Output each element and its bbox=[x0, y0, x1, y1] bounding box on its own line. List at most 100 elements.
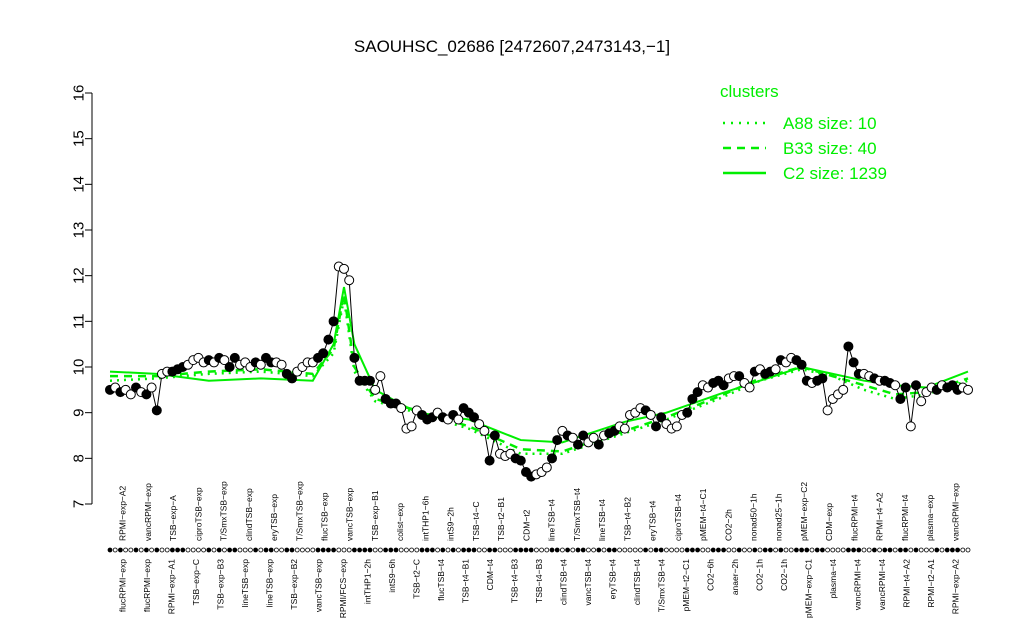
rug-mark bbox=[601, 547, 607, 553]
x-tick-label: flucRPMI−exp bbox=[117, 559, 127, 612]
rug-mark bbox=[357, 547, 363, 553]
rug-mark bbox=[773, 547, 778, 553]
rug-mark bbox=[570, 547, 576, 553]
rug-mark bbox=[586, 547, 591, 553]
data-point bbox=[619, 423, 630, 434]
x-tick-label: anaer−2h bbox=[730, 559, 740, 595]
rug-mark bbox=[450, 547, 456, 553]
data-point bbox=[547, 453, 557, 464]
x-tick-label: clindTSB−exp bbox=[244, 488, 254, 541]
rug-mark bbox=[388, 547, 394, 553]
legend-label: C2 size: 1239 bbox=[783, 164, 887, 183]
rug-mark bbox=[778, 547, 784, 553]
rug-mark bbox=[617, 547, 622, 553]
x-tick-label: flucRPMI−t4 bbox=[900, 494, 910, 541]
rug-mark bbox=[783, 547, 789, 553]
x-tick-label: intS9−6h bbox=[387, 559, 397, 593]
rug-mark bbox=[481, 547, 487, 553]
rug-mark bbox=[762, 547, 768, 553]
data-point bbox=[843, 341, 854, 352]
rug-mark bbox=[279, 547, 285, 553]
rug-mark bbox=[596, 547, 602, 553]
rug-mark bbox=[466, 547, 472, 553]
y-tick-label: 15 bbox=[70, 130, 87, 147]
rug-mark bbox=[253, 547, 259, 553]
rug-mark bbox=[299, 547, 305, 553]
x-tick-label: T/SmxTSB−t4 bbox=[572, 488, 582, 541]
data-point bbox=[744, 382, 755, 393]
rug-mark bbox=[284, 547, 290, 553]
rug-mark bbox=[393, 547, 399, 553]
rug-mark bbox=[211, 547, 217, 553]
x-tick-label: CO2−6h bbox=[706, 559, 716, 591]
rug-mark bbox=[164, 547, 170, 553]
rug-mark bbox=[674, 547, 680, 553]
rug-mark bbox=[575, 547, 581, 553]
rug-mark bbox=[534, 547, 539, 553]
rug-mark bbox=[721, 547, 726, 553]
rug-mark bbox=[929, 547, 934, 553]
cluster-line-dashed bbox=[110, 293, 969, 453]
rug-mark bbox=[804, 547, 810, 553]
rug-mark bbox=[913, 547, 919, 553]
rug-mark bbox=[918, 547, 924, 553]
rug-mark bbox=[643, 547, 648, 553]
data-point bbox=[900, 382, 911, 393]
rug-mark bbox=[851, 547, 856, 553]
data-point bbox=[848, 357, 859, 368]
rug-mark bbox=[705, 547, 711, 553]
y-tick-label: 16 bbox=[70, 85, 87, 102]
rug-mark bbox=[549, 547, 555, 553]
rug-mark bbox=[476, 547, 482, 553]
x-tick-label: pMEM−t2−C1 bbox=[681, 559, 691, 612]
rug-mark bbox=[471, 547, 477, 553]
rug-mark bbox=[492, 547, 498, 553]
x-tick-label: vancTSB−exp bbox=[313, 559, 323, 612]
x-tick-label: ciproTSB−exp bbox=[193, 487, 203, 541]
x-tick-label: TSB−exp−B3 bbox=[215, 559, 225, 610]
x-tick-label: CDM−t2 bbox=[521, 509, 531, 541]
rug-mark bbox=[341, 547, 347, 553]
data-point bbox=[146, 382, 157, 393]
rug-mark bbox=[149, 547, 155, 553]
profile-polyline bbox=[109, 265, 969, 478]
rug-mark bbox=[924, 547, 929, 553]
rug-mark bbox=[658, 547, 664, 553]
x-tick-label: nonad25−1h bbox=[774, 493, 784, 541]
rug-mark bbox=[768, 547, 773, 553]
rug-mark bbox=[263, 547, 269, 553]
rug-mark bbox=[315, 547, 321, 553]
x-tick-label: flucRPMI−exp bbox=[142, 559, 152, 612]
y-tick-label: 12 bbox=[70, 267, 87, 284]
rug-mark bbox=[346, 547, 352, 553]
rug-mark bbox=[960, 547, 966, 553]
x-tick-label: TSB−t4−C bbox=[471, 501, 481, 541]
rug-mark bbox=[799, 547, 804, 553]
rug-mark bbox=[892, 547, 898, 553]
sample-rug bbox=[107, 547, 971, 553]
x-tick-label: pMEM−exp−C2 bbox=[799, 482, 809, 541]
rug-mark bbox=[414, 547, 420, 553]
y-tick-label: 10 bbox=[70, 359, 87, 376]
rug-mark bbox=[185, 547, 191, 553]
x-tick-label: TSB−t4−B2 bbox=[622, 497, 632, 541]
rug-mark bbox=[606, 547, 612, 553]
rug-mark bbox=[497, 547, 503, 553]
rug-mark bbox=[887, 547, 893, 553]
rug-mark bbox=[206, 547, 212, 553]
x-tick-label: TSB−exp−B2 bbox=[289, 559, 299, 610]
data-point bbox=[484, 455, 495, 466]
rug-mark bbox=[513, 547, 518, 553]
rug-mark bbox=[710, 547, 716, 553]
x-tick-label: clindTSB−t4 bbox=[558, 559, 568, 605]
rug-mark bbox=[440, 547, 446, 553]
data-point bbox=[895, 393, 906, 404]
rug-mark bbox=[591, 547, 596, 553]
rug-mark bbox=[221, 547, 227, 553]
legend-title: clusters bbox=[720, 82, 779, 101]
rug-mark bbox=[560, 547, 565, 553]
y-axis: 7 8 9 10 11 12 13 14 15 16 bbox=[70, 85, 93, 508]
rug-mark bbox=[544, 547, 550, 553]
rug-mark bbox=[107, 547, 113, 553]
rug-mark bbox=[700, 547, 706, 553]
